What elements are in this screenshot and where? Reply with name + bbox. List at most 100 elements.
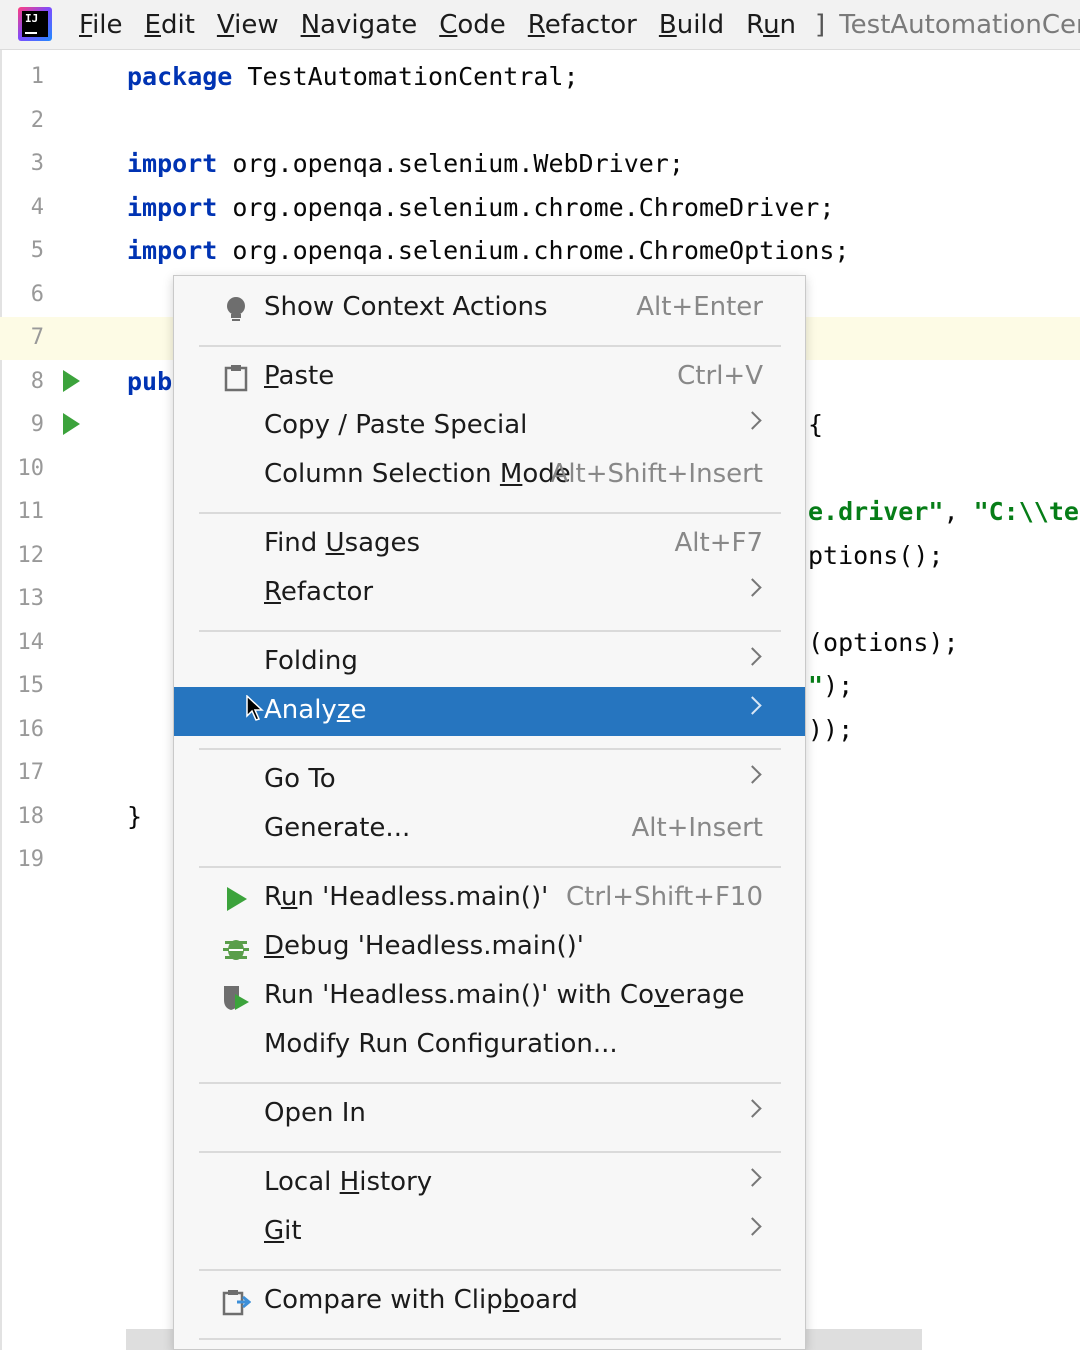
- code-text: }: [127, 802, 142, 831]
- submenu-arrow-icon: [743, 1217, 762, 1236]
- code-token: ));: [808, 714, 854, 744]
- code-token: ptions();: [808, 540, 944, 570]
- label-part: Run 'Headless.main()' with Co: [264, 980, 654, 1010]
- menu-item-label: Compare with Clipboard: [264, 1285, 578, 1315]
- menu-item-label: Copy / Paste Special: [264, 410, 527, 440]
- label-part: Column Selection: [264, 459, 500, 489]
- menu-item-label: Column Selection Mode: [264, 459, 571, 489]
- menu-item-show-context-actions[interactable]: Show Context Actions Alt+Enter: [174, 284, 805, 333]
- label-part: oard: [519, 1285, 578, 1315]
- menu-item-local-history[interactable]: Local History: [174, 1159, 805, 1208]
- menu-item-shortcut: Alt+Enter: [636, 292, 763, 322]
- menu-label-part: ile: [92, 10, 123, 40]
- menu-item-compare-with-clipboard[interactable]: Compare with Clipboard: [174, 1277, 805, 1326]
- menu-mnemonic: N: [300, 10, 321, 40]
- coverage-icon: [221, 982, 251, 1012]
- line-number: 14: [17, 629, 45, 655]
- label-part: Show Context Actions: [264, 292, 548, 322]
- window-title: TestAutomationCentra: [839, 10, 1080, 40]
- code-token: ,: [943, 497, 974, 526]
- label-part: Copy / Paste Special: [264, 410, 528, 440]
- label-part: Modify Run Configuration...: [264, 1029, 618, 1059]
- label-part: Local: [264, 1167, 340, 1197]
- menu-item-folding[interactable]: Folding: [174, 638, 805, 687]
- code-token: (options);: [808, 627, 959, 657]
- code-text-visible-right: ));: [808, 715, 853, 744]
- menu-mnemonic: R: [527, 10, 545, 40]
- keyword: import: [127, 149, 218, 178]
- line-number: 4: [30, 194, 44, 220]
- menu-item-copy-paste-special[interactable]: Copy / Paste Special: [174, 402, 805, 451]
- code-text: package TestAutomationCentral;: [127, 62, 579, 91]
- menu-edit[interactable]: Edit: [134, 10, 206, 40]
- label-part: sages: [344, 528, 421, 558]
- run-icon: [221, 884, 251, 914]
- menu-item-run-headless-main-with-coverage[interactable]: Run 'Headless.main()' with Coverage: [174, 972, 805, 1021]
- label-part: erage: [669, 980, 745, 1010]
- menu-view[interactable]: View: [206, 10, 290, 40]
- line-number: 13: [17, 586, 45, 611]
- menu-item-generate[interactable]: Generate... Alt+Insert: [174, 805, 805, 854]
- menu-item-label: Open In: [264, 1098, 366, 1128]
- menu-item-label: Find Usages: [264, 528, 420, 558]
- menu-label-part: avigate: [320, 10, 418, 40]
- menu-mnemonic: u: [763, 10, 780, 40]
- menu-item-open-in[interactable]: Open In: [174, 1090, 805, 1139]
- menu-item-debug-headless-main[interactable]: Debug 'Headless.main()': [174, 923, 805, 972]
- code-token: org.openqa.selenium.WebDriver;: [217, 149, 684, 178]
- line-number: 19: [17, 847, 45, 872]
- menu-item-column-selection-mode[interactable]: Column Selection Mode Alt+Shift+Insert: [174, 451, 805, 500]
- menu-navigate[interactable]: Navigate: [290, 10, 429, 40]
- label-mnemonic: z: [336, 695, 351, 725]
- line-number: 6: [30, 281, 44, 307]
- menu-label-part: R: [746, 10, 764, 40]
- menu-item-go-to[interactable]: Go To: [174, 756, 805, 805]
- intellij-logo-icon[interactable]: IJ: [18, 7, 52, 41]
- menu-separator: [199, 1151, 781, 1153]
- menu-item-git[interactable]: Git: [174, 1208, 805, 1257]
- line-number: 3: [30, 151, 44, 176]
- label-part: istory: [359, 1167, 433, 1197]
- label-mnemonic: G: [264, 1216, 285, 1246]
- menu-label-part: ode: [457, 10, 506, 40]
- menu-item-analyze[interactable]: Analyze: [174, 687, 805, 736]
- code-token: );: [823, 671, 854, 700]
- submenu-arrow-icon: [743, 578, 762, 597]
- line-number: 15: [17, 673, 45, 698]
- label-mnemonic: M: [499, 459, 523, 489]
- keyword: package: [127, 62, 233, 91]
- menu-item-paste[interactable]: Paste Ctrl+V: [174, 353, 805, 402]
- submenu-arrow-icon: [743, 696, 762, 715]
- line-number: 10: [17, 455, 45, 481]
- menu-item-modify-run-configuration[interactable]: Modify Run Configuration...: [174, 1021, 805, 1070]
- menu-item-refactor[interactable]: Refactor: [174, 569, 805, 618]
- menu-mnemonic: B: [658, 10, 677, 40]
- code-token: {: [808, 410, 824, 439]
- menu-run[interactable]: Run: [735, 10, 807, 40]
- menu-mnemonic: C: [439, 10, 458, 40]
- menu-code[interactable]: Code: [428, 10, 517, 40]
- label-part: efactor: [280, 577, 374, 607]
- menu-item-label: Go To: [264, 764, 336, 794]
- menu-item-find-usages[interactable]: Find Usages Alt+F7: [174, 520, 805, 569]
- menu-item-run-headless-main[interactable]: Run 'Headless.main()' Ctrl+Shift+F10: [174, 874, 805, 923]
- menu-file[interactable]: File: [68, 10, 134, 40]
- menu-refactor[interactable]: Refactor: [517, 10, 648, 40]
- submenu-arrow-icon: [743, 647, 762, 666]
- line-number: 8: [30, 368, 44, 394]
- menu-label-part: n: [779, 10, 797, 40]
- menu-build[interactable]: Build: [648, 10, 735, 40]
- menu-label-part: uild: [676, 10, 725, 40]
- label-part: Analy: [264, 695, 337, 725]
- label-part: aste: [278, 361, 335, 391]
- submenu-arrow-icon: [743, 1168, 762, 1187]
- menu-item-shortcut: Alt+Insert: [631, 813, 763, 843]
- menu-item-label: Generate...: [264, 813, 410, 843]
- run-gutter-icon[interactable]: [63, 369, 80, 392]
- code-line: 2: [0, 100, 1080, 143]
- menu-separator: [199, 630, 781, 632]
- keyword: import: [127, 192, 218, 222]
- run-gutter-icon[interactable]: [63, 413, 80, 435]
- menu-item-label: Show Context Actions: [264, 292, 548, 322]
- keyword: pub: [127, 366, 173, 396]
